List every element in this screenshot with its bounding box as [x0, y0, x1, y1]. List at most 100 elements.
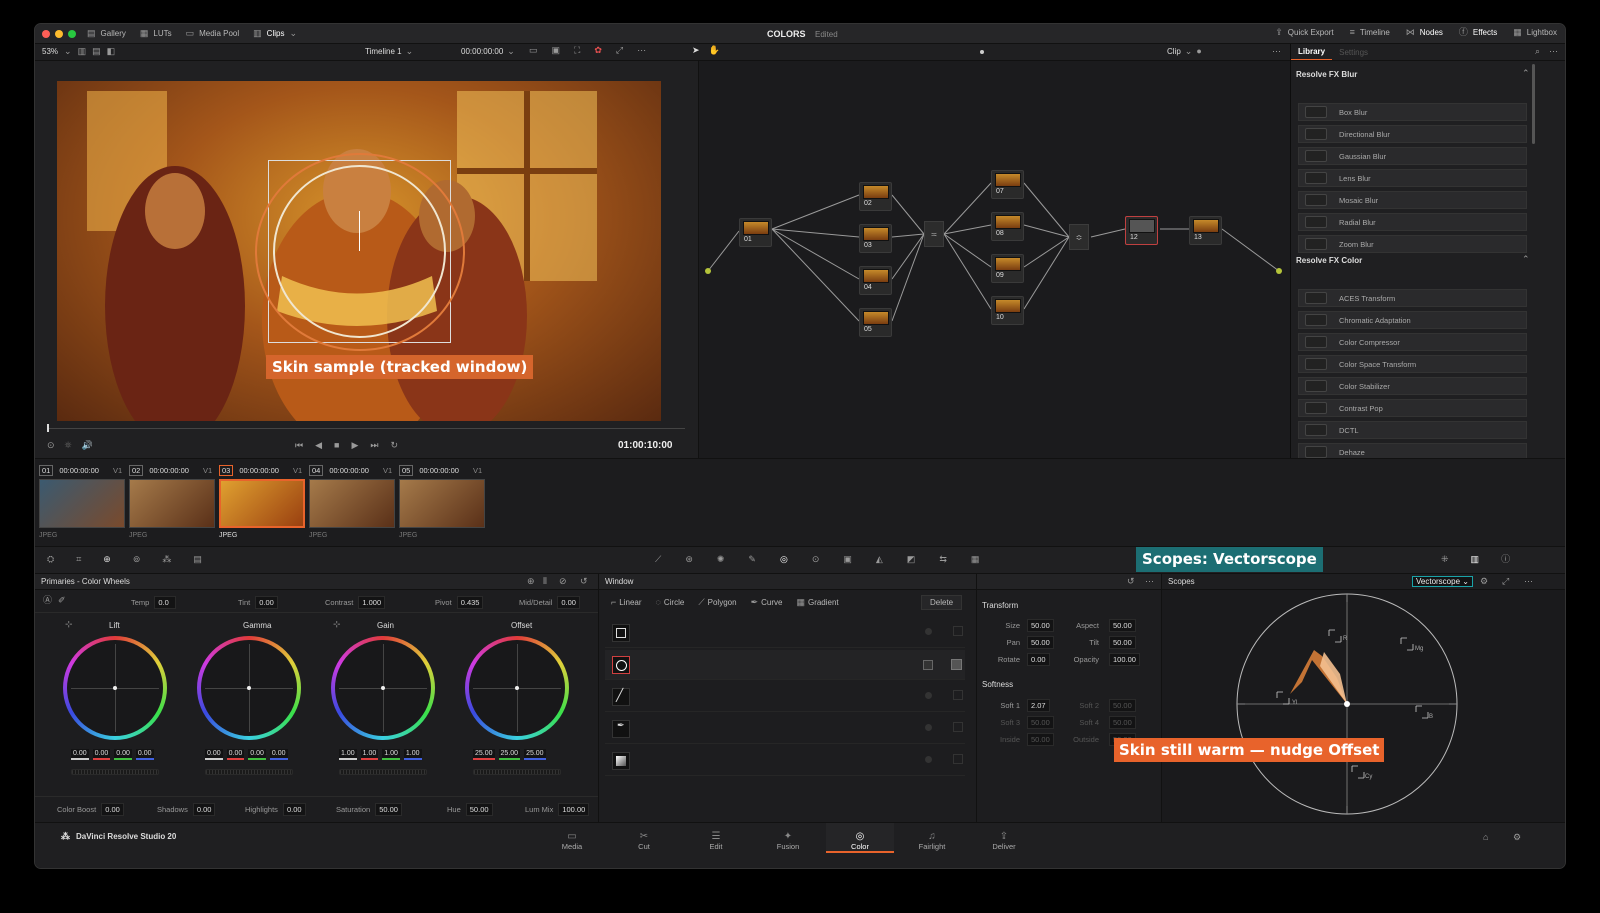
- video-frame[interactable]: Skin sample (tracked window): [57, 81, 661, 421]
- temp-field[interactable]: 0.0: [154, 596, 177, 609]
- wheel-center-handle[interactable]: [247, 686, 251, 690]
- scrubber-track[interactable]: [47, 428, 685, 429]
- rgb-mixer-icon[interactable]: ⁂: [162, 555, 171, 564]
- play-icon[interactable]: ▶: [351, 441, 358, 450]
- clip-thumbnail[interactable]: [129, 479, 215, 528]
- wheel-value-field[interactable]: 1.00: [403, 749, 422, 760]
- magic-mask-icon[interactable]: ▣: [843, 555, 852, 564]
- window-invert-toggle[interactable]: [951, 659, 962, 670]
- more-icon[interactable]: ⋯: [1524, 577, 1533, 586]
- node-graph[interactable]: 01 02 03 04 05 ≍ 07 08 09 10 ≎ 12 13: [698, 61, 1290, 458]
- timeline-select[interactable]: Timeline 1 ⌄: [365, 47, 413, 57]
- more-icon[interactable]: ⋯: [1549, 47, 1558, 56]
- effect-item[interactable]: Directional Blur: [1298, 125, 1527, 143]
- chevron-up-icon[interactable]: ⌃: [1522, 255, 1530, 264]
- node-13[interactable]: 13: [1189, 216, 1222, 245]
- split-view-icon[interactable]: ▤: [92, 47, 101, 56]
- node-02[interactable]: 02: [859, 182, 892, 211]
- hand-icon[interactable]: ✋: [709, 46, 720, 55]
- page-tab-fairlight[interactable]: ♫ Fairlight: [898, 827, 966, 851]
- transform-icon[interactable]: ⛶: [574, 46, 580, 55]
- wheel-value-field[interactable]: 1.00: [382, 749, 400, 760]
- effect-item[interactable]: Color Stabilizer: [1298, 377, 1527, 395]
- wheel-value-field[interactable]: 0.00: [71, 749, 89, 760]
- quick-export-button[interactable]: ⇪ Quick Export: [1275, 28, 1333, 38]
- hdr-icon[interactable]: ⊚: [133, 555, 141, 564]
- node-05[interactable]: 05: [859, 308, 892, 337]
- picker-icon[interactable]: ⊹: [65, 620, 73, 629]
- window-enable-toggle[interactable]: [925, 628, 932, 635]
- window-row-pen[interactable]: ✒: [605, 714, 965, 744]
- wheel-master-slider[interactable]: [339, 769, 427, 775]
- camera-raw-icon[interactable]: ⛭: [47, 555, 54, 564]
- node-09[interactable]: 09: [991, 254, 1024, 283]
- media-pool-button[interactable]: ▭ Media Pool: [186, 29, 240, 39]
- window-invert-toggle[interactable]: [953, 722, 963, 732]
- window-row-linear[interactable]: ╱: [605, 682, 965, 712]
- effect-item[interactable]: Contrast Pop: [1298, 399, 1527, 417]
- qualifier-icon[interactable]: ✺: [717, 555, 725, 564]
- effect-item[interactable]: Gaussian Blur: [1298, 147, 1527, 165]
- info-icon[interactable]: ⓘ: [1501, 555, 1510, 564]
- sizing-icon[interactable]: ⇆: [939, 555, 947, 564]
- library-scrollbar[interactable]: [1532, 64, 1535, 144]
- log-mode-icon[interactable]: ⊘: [559, 577, 567, 586]
- effects-button[interactable]: ⓕ Effects: [1459, 28, 1497, 38]
- motion-effects-icon[interactable]: ▤: [193, 555, 202, 564]
- page-tab-cut[interactable]: ✂ Cut: [610, 827, 678, 851]
- pivot-field[interactable]: 0.435: [456, 596, 484, 609]
- color-wheel-lift[interactable]: [63, 636, 167, 740]
- pointer-icon[interactable]: ➤: [692, 46, 700, 55]
- wheel-value-field[interactable]: 0.00: [205, 749, 223, 760]
- clip-thumbnail[interactable]: [219, 479, 305, 528]
- wheel-value-field[interactable]: 25.00: [473, 749, 495, 760]
- section-resolve-fx-color[interactable]: Resolve FX Color: [1296, 256, 1362, 265]
- effect-item[interactable]: Mosaic Blur: [1298, 191, 1527, 209]
- circle-window-softness[interactable]: [255, 153, 465, 351]
- wheel-value-field[interactable]: 0.00: [114, 749, 132, 760]
- color-picker-icon[interactable]: ✿: [594, 46, 602, 55]
- page-tab-fusion[interactable]: ✦ Fusion: [754, 827, 822, 851]
- window-invert-toggle[interactable]: [953, 690, 963, 700]
- window-row-gradient[interactable]: [605, 746, 965, 776]
- close-window-button[interactable]: [42, 29, 50, 38]
- wheel-value-field[interactable]: 0.00: [135, 749, 154, 760]
- loop-icon[interactable]: ↻: [391, 441, 399, 450]
- clip-thumbnail[interactable]: [399, 479, 485, 528]
- transform-field-in[interactable]: 50.00: [1027, 733, 1054, 746]
- skip-forward-icon[interactable]: ⏭: [370, 441, 378, 450]
- wheel-value-field[interactable]: 1.00: [339, 749, 357, 760]
- effect-item[interactable]: Box Blur: [1298, 103, 1527, 121]
- effect-item[interactable]: Color Space Transform: [1298, 355, 1527, 373]
- keyframes-icon[interactable]: ⁜: [1441, 555, 1449, 564]
- effect-item[interactable]: DCTL: [1298, 421, 1527, 439]
- wheel-master-slider[interactable]: [205, 769, 293, 775]
- viewer-mode-icon[interactable]: ⊙: [47, 441, 55, 450]
- tab-library[interactable]: Library: [1291, 44, 1333, 60]
- expand-icon[interactable]: ⤢: [1502, 577, 1509, 586]
- viewer-options-icon[interactable]: ▭: [529, 46, 538, 55]
- wheels-mode-icon[interactable]: ⊕: [527, 577, 535, 586]
- node-08[interactable]: 08: [991, 212, 1024, 241]
- color-boost-field[interactable]: 0.00: [101, 803, 124, 816]
- transform-field-pan[interactable]: 50.00: [1027, 636, 1054, 649]
- bars-mode-icon[interactable]: ⦀: [543, 577, 547, 586]
- effect-item[interactable]: Radial Blur: [1298, 213, 1527, 231]
- effect-item[interactable]: ACES Transform: [1298, 289, 1527, 307]
- single-view-icon[interactable]: ▥: [78, 47, 87, 56]
- tracked-window-bounding-box[interactable]: [255, 153, 465, 351]
- luts-button[interactable]: ▦ LUTs: [140, 29, 172, 39]
- node-12[interactable]: 12: [1125, 216, 1158, 245]
- circle-window-button[interactable]: ◌ Circle: [656, 598, 685, 608]
- timeline-button[interactable]: ≡ Timeline: [1350, 28, 1390, 38]
- node-01[interactable]: 01: [739, 218, 772, 247]
- wheel-master-slider[interactable]: [473, 769, 561, 775]
- transform-field-s1[interactable]: 2.07: [1027, 699, 1050, 712]
- zoom-select[interactable]: 53%: [42, 47, 58, 56]
- scope-settings-icon[interactable]: ⚙: [1480, 577, 1488, 586]
- page-tab-deliver[interactable]: ⇪ Deliver: [970, 827, 1038, 851]
- search-icon[interactable]: ⌕: [1535, 47, 1540, 56]
- timecode-select[interactable]: 00:00:00:00 ⌄: [461, 47, 515, 57]
- effect-item[interactable]: Lens Blur: [1298, 169, 1527, 187]
- zoom-window-button[interactable]: [68, 29, 76, 38]
